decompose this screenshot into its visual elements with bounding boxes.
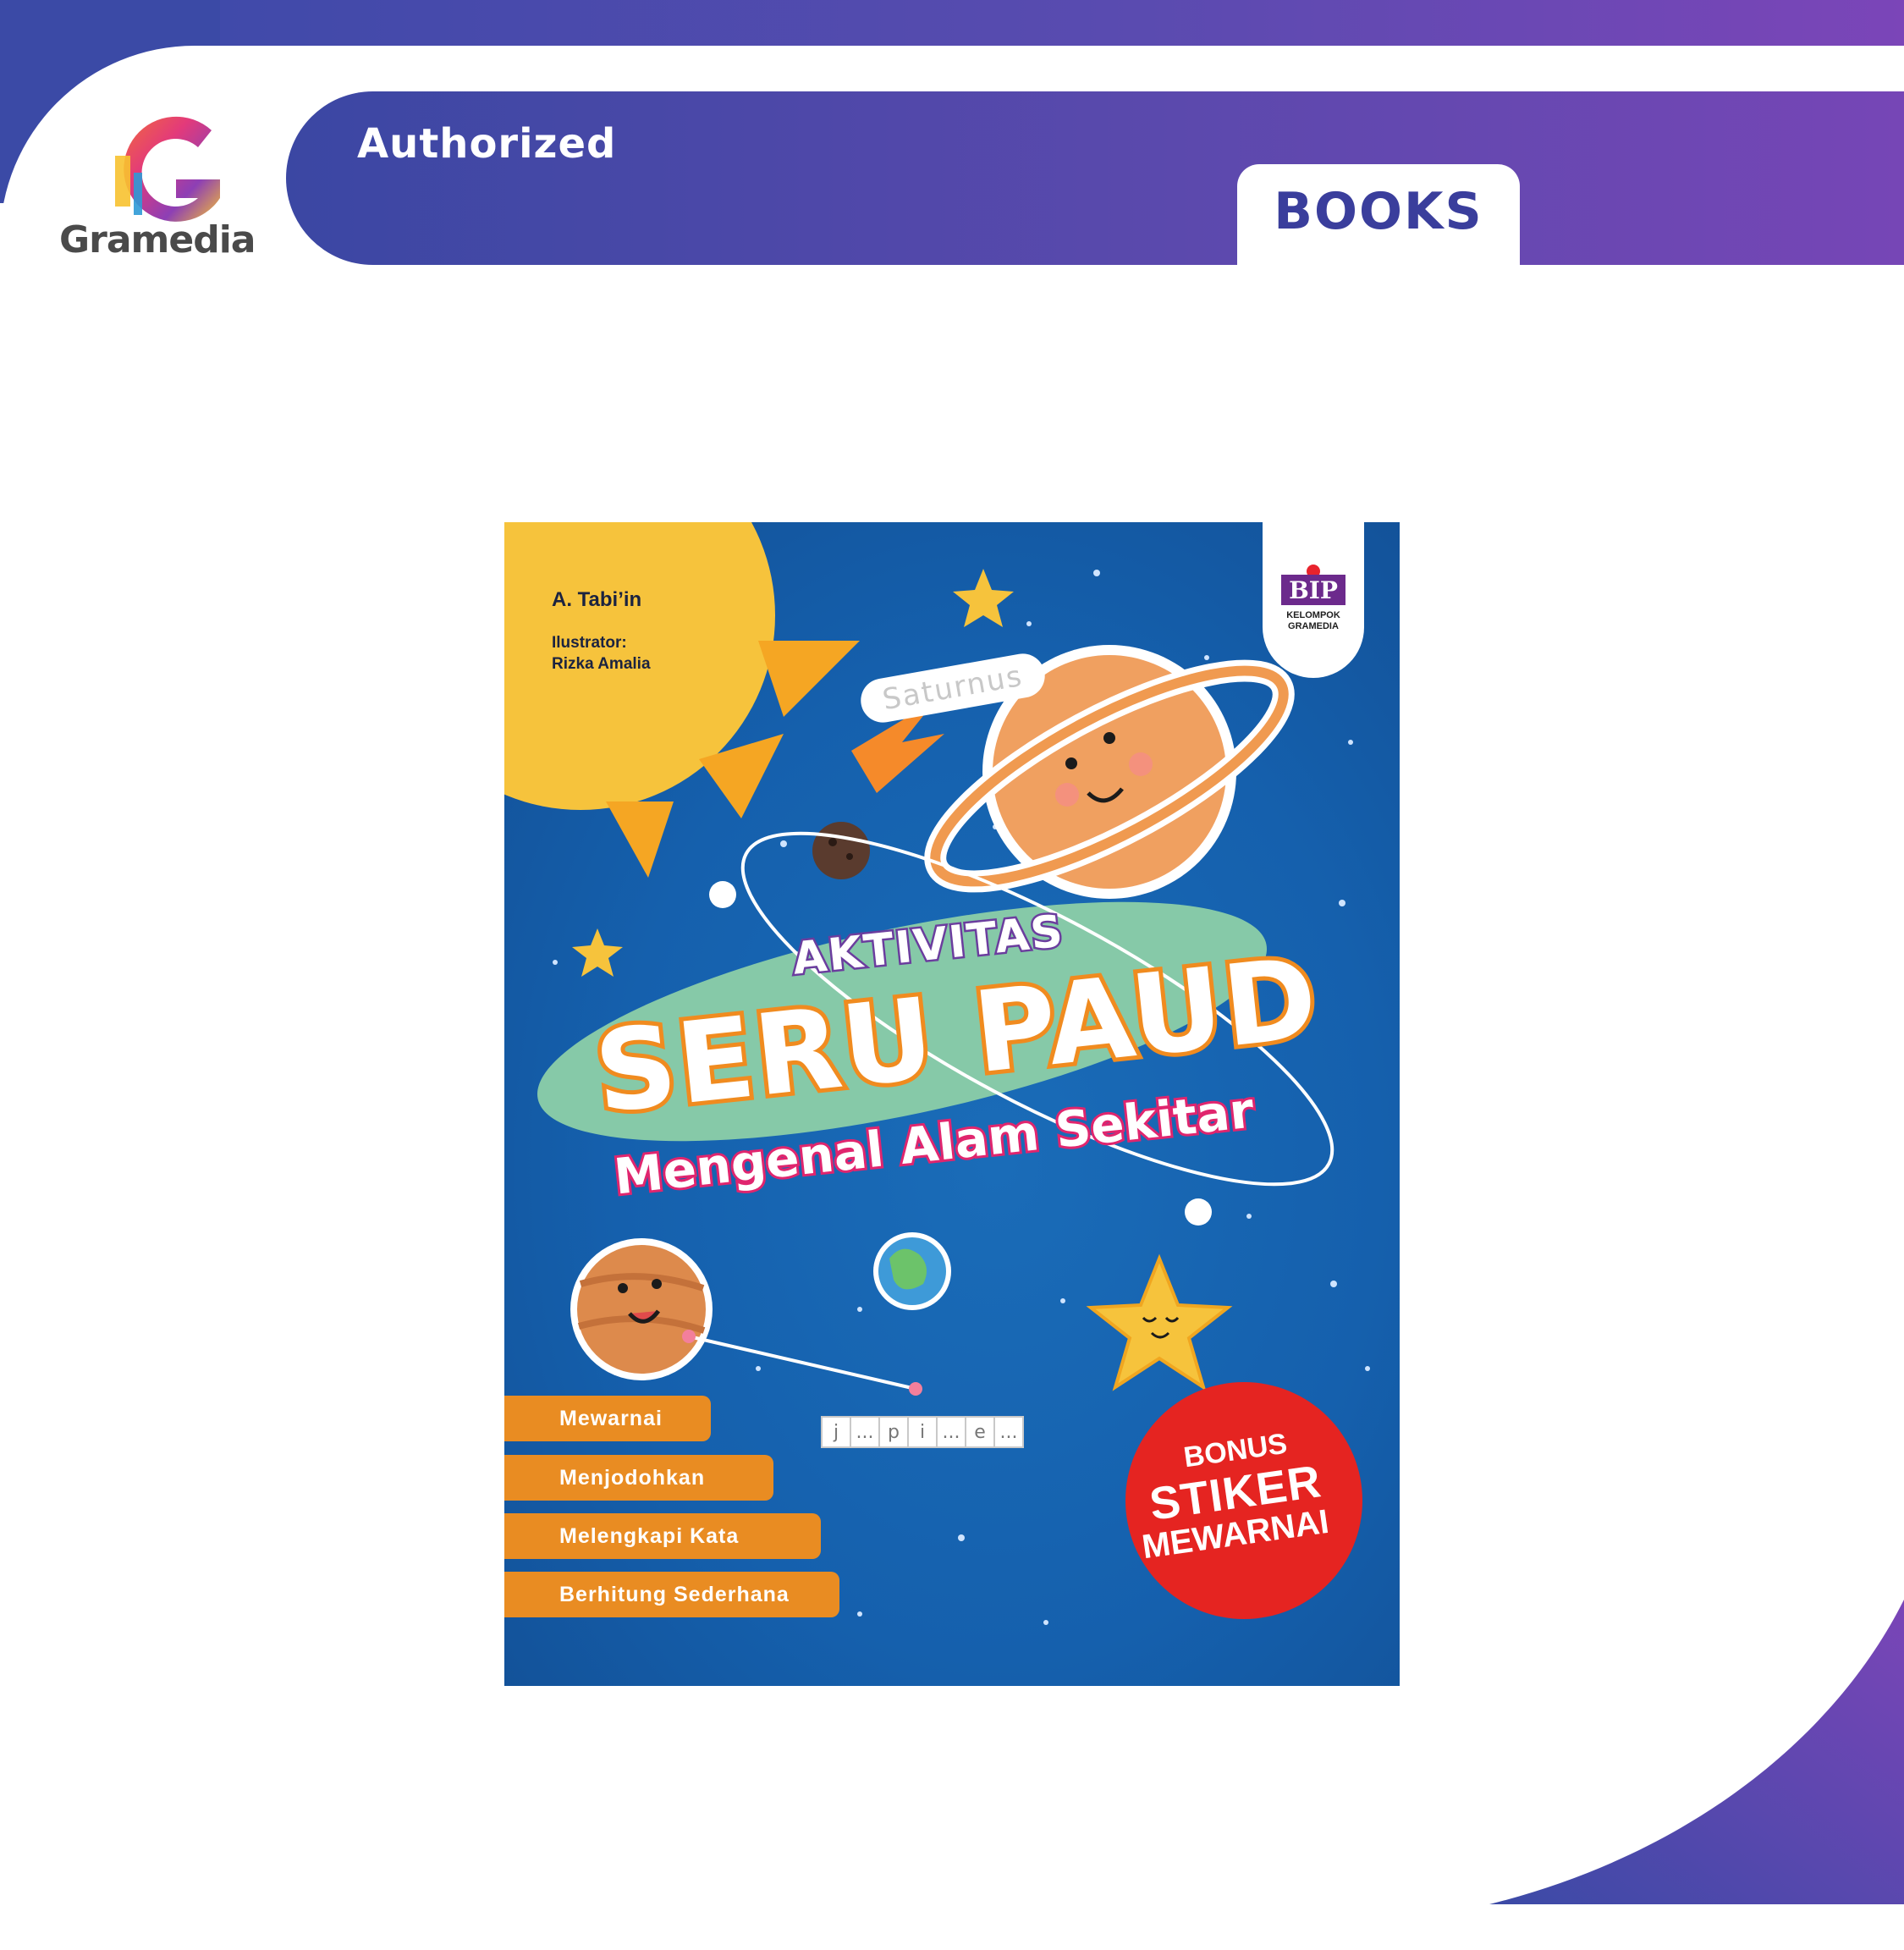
activity-tag: Melengkapi Kata xyxy=(504,1513,821,1559)
header-banner xyxy=(286,91,1904,265)
puzzle-cell: ... xyxy=(993,1416,1024,1448)
gramedia-wordmark: Gramedia xyxy=(59,218,256,262)
publisher-line2: GRAMEDIA xyxy=(1288,621,1339,631)
puzzle-cell: i xyxy=(907,1416,938,1448)
top-gradient-strip xyxy=(0,0,1904,46)
word-puzzle: j ... p i ... e ... xyxy=(821,1416,1024,1448)
authorized-label: Authorized xyxy=(357,120,617,168)
publisher-logo: BIP xyxy=(1281,575,1345,605)
illustrator-credit: Ilustrator: Rizka Amalia xyxy=(552,632,651,675)
publisher-badge: BIP KELOMPOK GRAMEDIA xyxy=(1263,522,1364,678)
puzzle-cell: j xyxy=(821,1416,851,1448)
jupiter-icon xyxy=(570,1238,713,1380)
publisher-line1: KELOMPOK xyxy=(1286,610,1340,620)
corner-swoosh xyxy=(1489,1600,1904,1904)
sun-icon xyxy=(504,522,860,878)
puzzle-cell: e xyxy=(965,1416,995,1448)
author-name: A. Tabi’in xyxy=(552,588,642,611)
bonus-sticker-badge: BONUS STIKER MEWARNAI xyxy=(1125,1382,1362,1619)
books-tab-label: BOOKS xyxy=(1274,181,1483,241)
comet-icon xyxy=(812,700,944,879)
earth-icon xyxy=(873,1232,951,1310)
big-star-icon xyxy=(1086,1253,1233,1391)
star-icon xyxy=(953,569,1014,627)
illustrator-label: Ilustrator: xyxy=(552,634,627,652)
books-tab: BOOKS xyxy=(1237,164,1520,265)
puzzle-cell: p xyxy=(878,1416,909,1448)
publisher-text: KELOMPOK GRAMEDIA xyxy=(1263,610,1364,632)
illustrator-name: Rizka Amalia xyxy=(552,655,651,673)
book-cover: A. Tabi’in Ilustrator: Rizka Amalia Satu… xyxy=(504,522,1400,1686)
star-icon xyxy=(572,928,623,977)
puzzle-cell: ... xyxy=(936,1416,966,1448)
puzzle-cell: ... xyxy=(850,1416,880,1448)
activity-tag: Menjodohkan xyxy=(504,1455,773,1501)
activity-tag: Mewarnai xyxy=(504,1396,711,1441)
activity-tag: Berhitung Sederhana xyxy=(504,1572,839,1617)
